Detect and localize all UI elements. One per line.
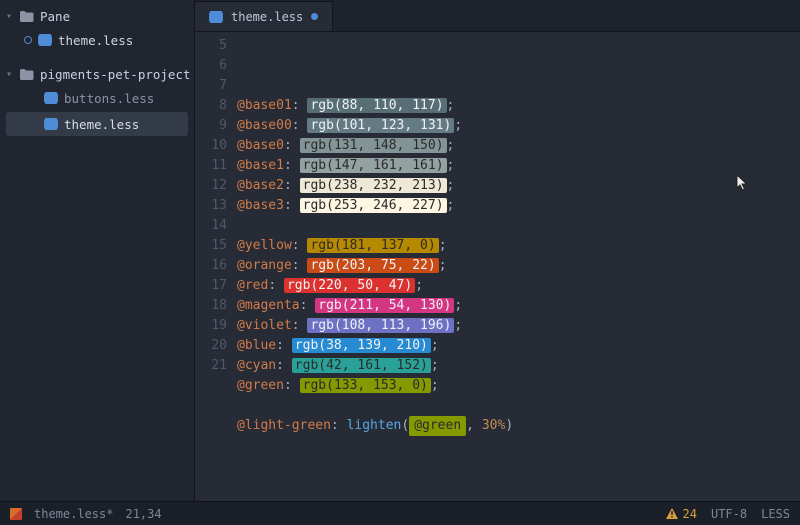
editor-pane: theme.less 56789101112131415161718192021… [195, 0, 800, 501]
less-file-icon [38, 34, 52, 46]
code-line[interactable]: @red: rgb(220, 50, 47); [237, 276, 800, 296]
warning-icon [666, 508, 678, 519]
tree-pane-header[interactable]: ▾ Pane [0, 4, 194, 28]
status-bar: theme.less* 21,34 24 UTF-8 LESS [0, 501, 800, 525]
code-line[interactable]: @green: rgb(133, 153, 0); [237, 376, 800, 396]
code-area[interactable]: 56789101112131415161718192021 @base01: r… [195, 32, 800, 501]
folder-icon [20, 11, 34, 22]
code-line[interactable]: @light-green: lighten(@green, 30%) [237, 416, 800, 436]
tab-theme[interactable]: theme.less [195, 1, 333, 31]
chevron-down-icon: ▾ [6, 11, 14, 22]
code-line[interactable]: @orange: rgb(203, 75, 22); [237, 256, 800, 276]
tree-file-theme[interactable]: theme.less [6, 112, 188, 136]
status-filename[interactable]: theme.less* [34, 507, 113, 521]
less-file-icon [209, 11, 223, 23]
status-grammar[interactable]: LESS [761, 507, 790, 521]
status-file-icon [10, 508, 22, 520]
status-warnings[interactable]: 24 [666, 507, 697, 521]
less-file-icon [44, 118, 58, 130]
tree-open-file-label: theme.less [58, 33, 133, 48]
code-line[interactable] [237, 216, 800, 236]
code-line[interactable]: @base3: rgb(253, 246, 227); [237, 196, 800, 216]
chevron-down-icon: ▾ [6, 69, 14, 80]
code-line[interactable]: @base0: rgb(131, 148, 150); [237, 136, 800, 156]
less-file-icon [44, 92, 58, 104]
status-encoding[interactable]: UTF-8 [711, 507, 747, 521]
app-root: ▾ Pane theme.less ▾ pigments-pet-proj [0, 0, 800, 525]
code-line[interactable]: @base1: rgb(147, 161, 161); [237, 156, 800, 176]
workspace: ▾ Pane theme.less ▾ pigments-pet-proj [0, 0, 800, 501]
code-line[interactable] [237, 396, 800, 416]
code-line[interactable]: @violet: rgb(108, 113, 196); [237, 316, 800, 336]
tree-file-buttons[interactable]: buttons.less [0, 86, 194, 110]
sidebar: ▾ Pane theme.less ▾ pigments-pet-proj [0, 0, 195, 501]
tab-bar: theme.less [195, 0, 800, 32]
code-line[interactable]: @base2: rgb(238, 232, 213); [237, 176, 800, 196]
status-warning-count: 24 [683, 507, 697, 521]
status-cursor-pos[interactable]: 21,34 [125, 507, 161, 521]
code-line[interactable]: @cyan: rgb(42, 161, 152); [237, 356, 800, 376]
tree-open-file[interactable]: theme.less [0, 28, 194, 52]
tree-file-label: theme.less [64, 117, 139, 132]
tree-pane-label: Pane [40, 9, 70, 24]
tree-project-header[interactable]: ▾ pigments-pet-project [0, 62, 194, 86]
tree-project-label: pigments-pet-project [40, 67, 191, 82]
folder-icon [20, 69, 34, 80]
modified-dot-icon [311, 13, 318, 20]
code-line[interactable]: @base01: rgb(88, 110, 117); [237, 96, 800, 116]
code-content[interactable]: @base01: rgb(88, 110, 117);@base00: rgb(… [237, 36, 800, 501]
code-line[interactable]: @magenta: rgb(211, 54, 130); [237, 296, 800, 316]
code-line[interactable]: @base00: rgb(101, 123, 131); [237, 116, 800, 136]
tab-title: theme.less [231, 10, 303, 24]
code-line[interactable]: @blue: rgb(38, 139, 210); [237, 336, 800, 356]
line-gutter: 56789101112131415161718192021 [195, 36, 237, 501]
modified-indicator-icon [24, 36, 32, 44]
code-line[interactable]: @yellow: rgb(181, 137, 0); [237, 236, 800, 256]
tree-file-label: buttons.less [64, 91, 154, 106]
